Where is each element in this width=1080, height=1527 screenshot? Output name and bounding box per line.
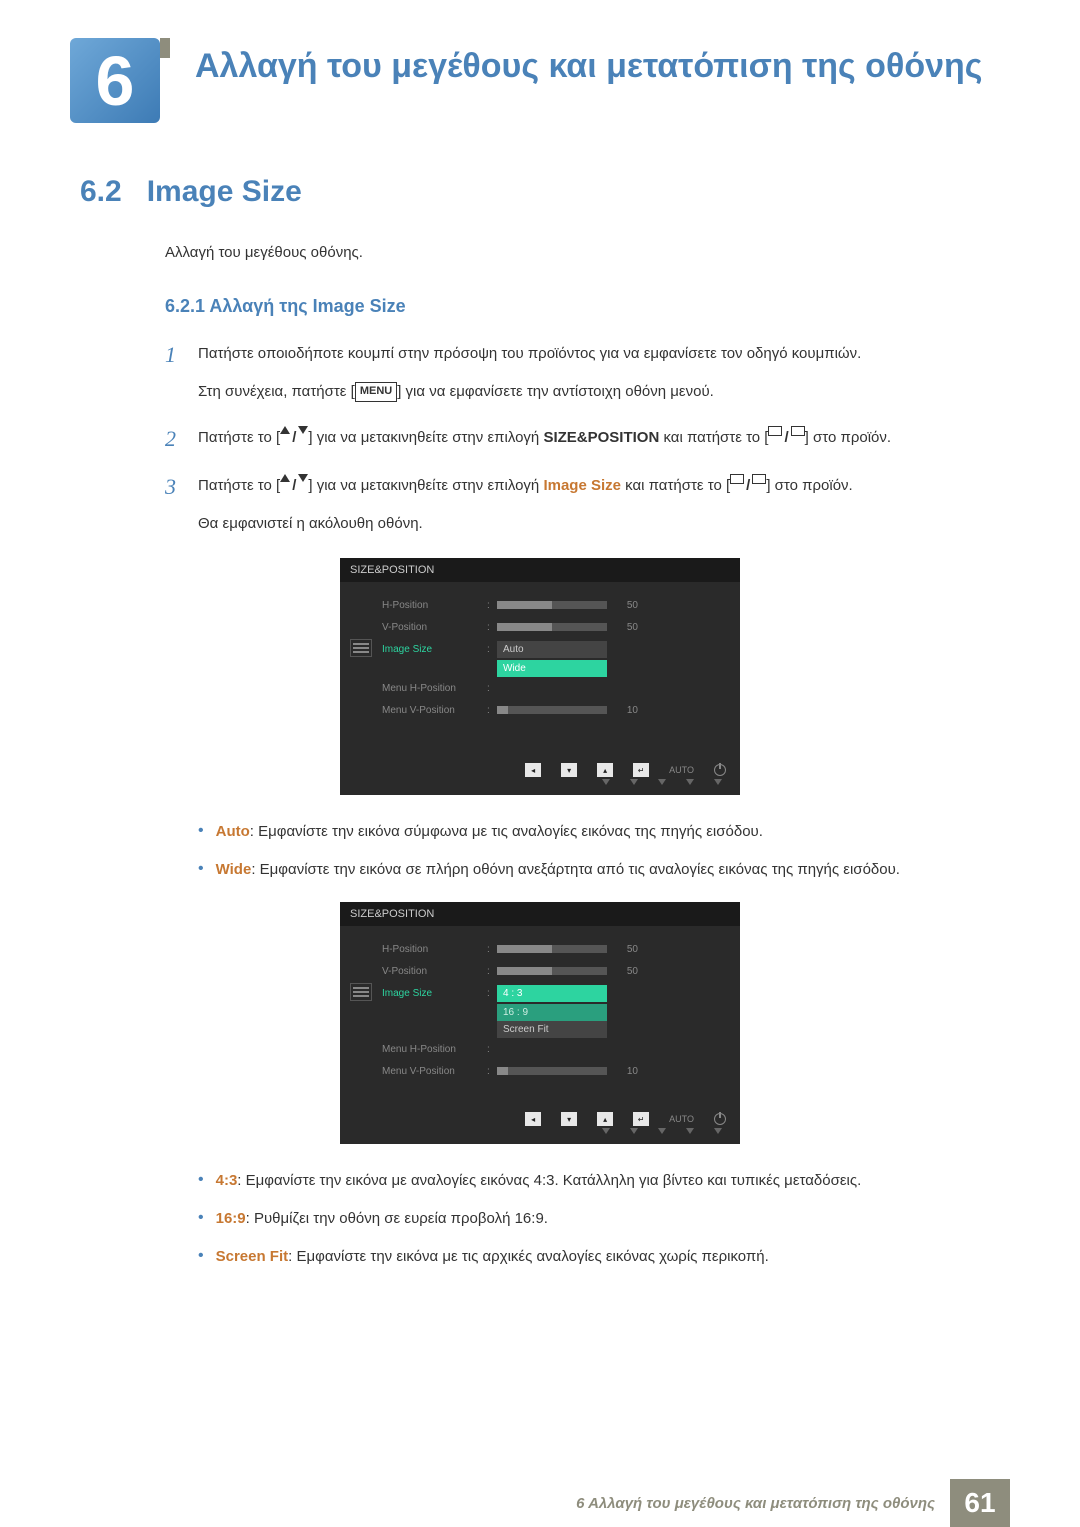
- osd-menu-hposition-label: Menu H-Position: [382, 683, 487, 694]
- osd-hposition-label: H-Position: [382, 600, 487, 611]
- wide-keyword: Wide: [216, 861, 252, 878]
- bullet-icon: •: [198, 1169, 204, 1193]
- up-down-arrows-icon: /: [280, 426, 308, 450]
- osd-button-bar: ◂ ▾ ▴ ↵ AUTO: [340, 757, 740, 779]
- osd-auto-label: AUTO: [669, 1114, 694, 1124]
- enter-icons: /: [730, 474, 766, 498]
- osd-option-auto: Auto: [497, 641, 607, 658]
- osd-hposition-value: 50: [613, 600, 638, 611]
- chapter-badge: 6: [70, 30, 170, 125]
- osd-option-wide: Wide: [497, 660, 607, 677]
- osd-auto-label: AUTO: [669, 765, 694, 775]
- section-intro: Αλλαγή του μεγέθους οθόνης.: [165, 244, 1010, 261]
- bullet-icon: •: [198, 1207, 204, 1231]
- osd-panel-1: SIZE&POSITION H-Position:50 V-Position:5…: [340, 558, 740, 795]
- osd-hposition-value: 50: [613, 944, 638, 955]
- section-heading: 6.2 Image Size: [70, 175, 1010, 209]
- osd-imagesize-label: Image Size: [382, 988, 487, 999]
- step-number: 2: [165, 426, 183, 452]
- section-title: Image Size: [147, 175, 302, 209]
- footer-page-number: 61: [950, 1479, 1010, 1527]
- step-1: 1 Πατήστε οποιοδήποτε κουμπί στην πρόσοψ…: [165, 342, 1010, 404]
- osd-nav-icon: ▾: [561, 1112, 577, 1126]
- osd-imagesize-label: Image Size: [382, 644, 487, 655]
- power-icon: [714, 1113, 726, 1125]
- bullet-icon: •: [198, 858, 204, 882]
- osd-panel-2: SIZE&POSITION H-Position:50 V-Position:5…: [340, 902, 740, 1144]
- bullet-icon: •: [198, 820, 204, 844]
- osd-menu-vposition-label: Menu V-Position: [382, 1066, 487, 1077]
- section-number: 6.2: [80, 175, 122, 209]
- osd-option-16-9: 16 : 9: [497, 1004, 607, 1021]
- osd-nav-icon: ◂: [525, 763, 541, 777]
- osd-title: SIZE&POSITION: [340, 902, 740, 926]
- osd-nav-icon: ▴: [597, 763, 613, 777]
- osd-menu-vposition-value: 10: [613, 705, 638, 716]
- osd-title: SIZE&POSITION: [340, 558, 740, 582]
- page-content: 6 Αλλαγή του μεγέθους και μετατόπιση της…: [0, 0, 1080, 1269]
- osd-nav-icon: ▴: [597, 1112, 613, 1126]
- osd-nav-icon: ↵: [633, 1112, 649, 1126]
- osd-nav-icon: ↵: [633, 763, 649, 777]
- osd-nav-icon: ◂: [525, 1112, 541, 1126]
- osd-menu-hposition-label: Menu H-Position: [382, 1044, 487, 1055]
- step-number: 1: [165, 342, 183, 404]
- osd-option-screen-fit: Screen Fit: [497, 1021, 607, 1038]
- osd-button-bar: ◂ ▾ ▴ ↵ AUTO: [340, 1106, 740, 1128]
- osd-menu-vposition-value: 10: [613, 1066, 638, 1077]
- size-position-keyword: SIZE&POSITION: [543, 429, 659, 446]
- step-3-caption: Θα εμφανιστεί η ακόλουθη οθόνη.: [198, 515, 423, 532]
- osd-vposition-value: 50: [613, 622, 638, 633]
- screen-fit-keyword: Screen Fit: [216, 1248, 289, 1265]
- chapter-title: Αλλαγή του μεγέθους και μετατόπιση της ο…: [195, 30, 982, 88]
- step-3: 3 Πατήστε το [/] για να μετακινηθείτε στ…: [165, 474, 1010, 536]
- chapter-header: 6 Αλλαγή του μεγέθους και μετατόπιση της…: [70, 30, 1010, 125]
- power-icon: [714, 764, 726, 776]
- step-number: 3: [165, 474, 183, 536]
- auto-keyword: Auto: [216, 823, 250, 840]
- 16-9-keyword: 16:9: [216, 1210, 246, 1227]
- osd-vposition-label: V-Position: [382, 622, 487, 633]
- osd-vposition-label: V-Position: [382, 966, 487, 977]
- step-1-text: Πατήστε οποιοδήποτε κουμπί στην πρόσοψη …: [198, 345, 861, 362]
- steps-list: 1 Πατήστε οποιοδήποτε κουμπί στην πρόσοψ…: [165, 342, 1010, 536]
- osd-vposition-value: 50: [613, 966, 638, 977]
- osd-menu-vposition-label: Menu V-Position: [382, 705, 487, 716]
- image-size-keyword: Image Size: [543, 477, 621, 494]
- osd-category-icon: [350, 983, 372, 1001]
- up-down-arrows-icon: /: [280, 474, 308, 498]
- step-2: 2 Πατήστε το [/] για να μετακινηθείτε στ…: [165, 426, 1010, 452]
- menu-button-icon: MENU: [355, 382, 397, 402]
- page-footer: 6 Αλλαγή του μεγέθους και μετατόπιση της…: [0, 1479, 1080, 1527]
- subsection-title: 6.2.1 Αλλαγή της Image Size: [165, 296, 1010, 317]
- enter-icons: /: [768, 426, 804, 450]
- bullet-list-1: •Auto: Εμφανίστε την εικόνα σύμφωνα με τ…: [198, 820, 1010, 882]
- osd-category-icon: [350, 639, 372, 657]
- chapter-number: 6: [96, 41, 135, 121]
- bullet-list-2: •4:3: Εμφανίστε την εικόνα με αναλογίες …: [198, 1169, 1010, 1269]
- 4-3-keyword: 4:3: [216, 1172, 238, 1189]
- osd-nav-icon: ▾: [561, 763, 577, 777]
- footer-chapter-text: 6 Αλλαγή του μεγέθους και μετατόπιση της…: [0, 1479, 950, 1527]
- bullet-icon: •: [198, 1245, 204, 1269]
- osd-hposition-label: H-Position: [382, 944, 487, 955]
- osd-option-4-3: 4 : 3: [497, 985, 607, 1002]
